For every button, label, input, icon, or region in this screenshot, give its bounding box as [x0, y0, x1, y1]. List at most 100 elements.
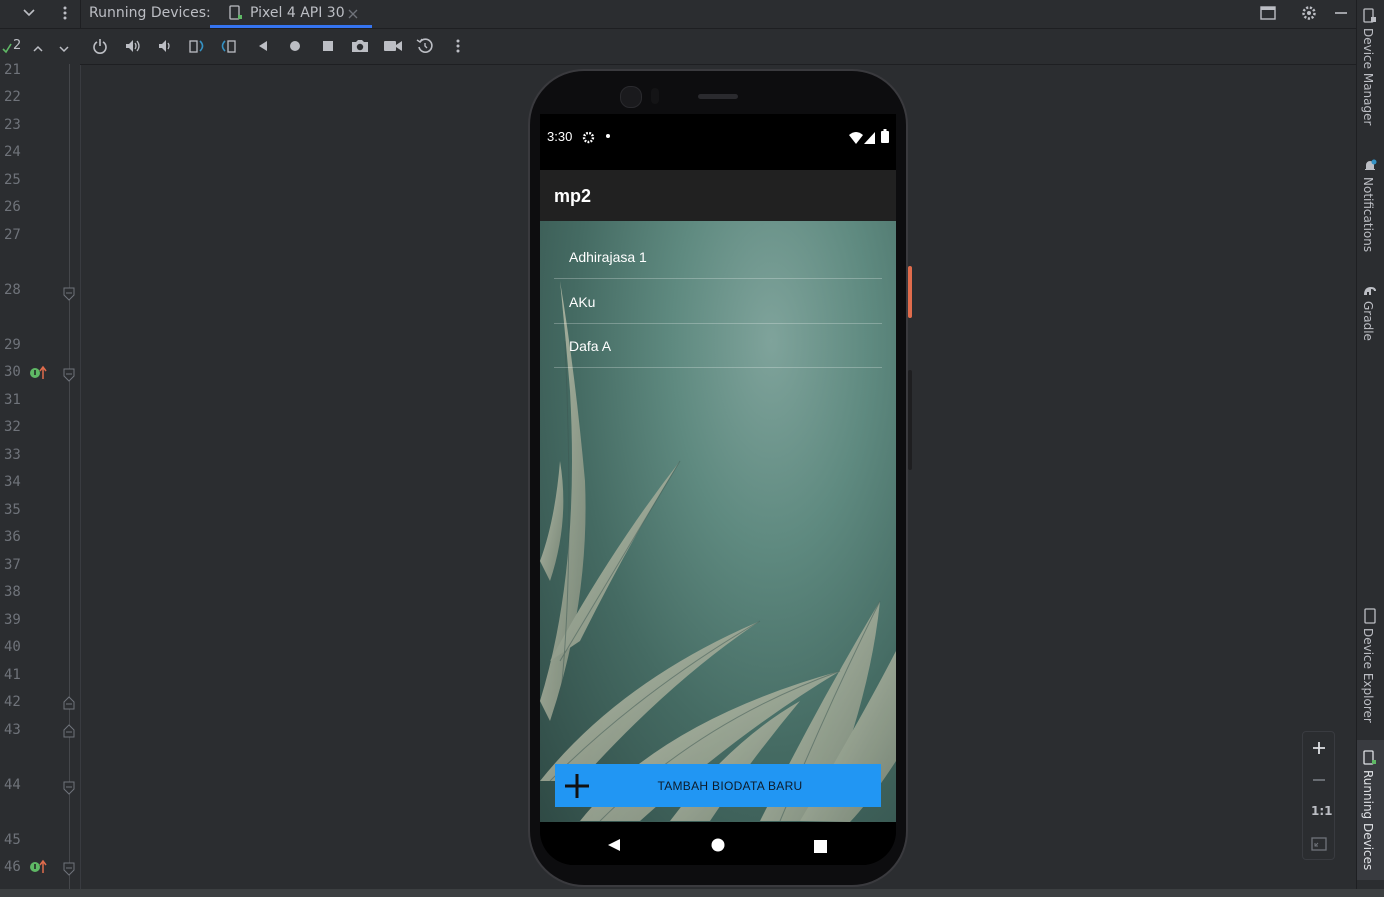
bottom-status-strip — [0, 889, 1384, 897]
line-number: 45 — [4, 832, 21, 848]
list-item-label: AKu — [569, 294, 596, 310]
line-number: 40 — [4, 639, 21, 655]
line-number: 25 — [4, 172, 21, 188]
nav-back-icon[interactable] — [607, 837, 621, 856]
add-biodata-button-label: TAMBAH BIODATA BARU — [657, 778, 803, 793]
problems-count: 2 — [13, 38, 22, 53]
line-number: 41 — [4, 667, 21, 683]
divider — [80, 0, 81, 28]
sidebar-item-label: Running Devices — [1361, 770, 1375, 871]
line-number: 39 — [4, 612, 21, 628]
list-item[interactable]: AKu — [554, 280, 882, 324]
nav-overview-icon[interactable] — [814, 838, 827, 857]
bell-icon — [1363, 158, 1377, 177]
plus-icon — [555, 772, 599, 800]
window-icon[interactable] — [1257, 2, 1279, 24]
list-content[interactable]: Adhirajasa 1 AKu Dafa A TAMBAH BIODATA B… — [540, 221, 896, 822]
fold-marker-icon[interactable] — [63, 367, 75, 386]
gear-icon[interactable] — [1298, 2, 1320, 24]
line-number: 22 — [4, 89, 21, 105]
fold-marker-icon[interactable] — [63, 723, 75, 742]
navigation-bar — [540, 822, 896, 865]
running-devices-header: Running Devices: Pixel 4 API 30 — [0, 0, 1356, 29]
line-number: 46 — [4, 859, 21, 875]
emulator-toolbar — [80, 29, 1356, 65]
line-number: 21 — [4, 62, 21, 78]
sensor — [651, 88, 659, 104]
add-biodata-button[interactable]: TAMBAH BIODATA BARU — [555, 764, 881, 807]
power-side-button[interactable] — [908, 266, 912, 318]
sidebar-item-gradle[interactable]: Gradle — [1361, 282, 1377, 345]
nav-home-icon[interactable] — [711, 837, 725, 856]
fold-marker-icon[interactable] — [63, 780, 75, 799]
close-tab-icon[interactable] — [347, 5, 359, 24]
line-number: 37 — [4, 557, 21, 573]
rotate-right-icon[interactable] — [218, 35, 240, 57]
chevron-down-icon[interactable] — [18, 2, 40, 24]
signal-icon — [864, 129, 875, 148]
more-vert-icon[interactable] — [54, 2, 76, 24]
status-bar: 3:30 — [540, 114, 896, 170]
implementation-marker-icon[interactable] — [29, 365, 47, 385]
camera-icon[interactable] — [349, 35, 371, 57]
line-number: 31 — [4, 392, 21, 408]
chevron-up-icon[interactable] — [32, 39, 44, 58]
running-devices-icon — [1363, 750, 1384, 770]
right-tool-strip: Device Manager Notifications Gradle Devi… — [1356, 0, 1384, 889]
line-number: 42 — [4, 694, 21, 710]
zoom-actual-size-button[interactable]: 1:1 — [1311, 804, 1333, 818]
zoom-out-icon[interactable] — [1312, 772, 1326, 791]
device-explorer-icon — [1363, 608, 1384, 628]
implementation-marker-icon[interactable] — [29, 859, 47, 879]
list-item-label: Adhirajasa 1 — [569, 249, 647, 265]
line-number: 35 — [4, 502, 21, 518]
line-number: 33 — [4, 447, 21, 463]
editor-gutter: 2 21 22 23 24 25 26 27 28 29 30 31 32 33… — [0, 29, 81, 889]
chevron-down-icon[interactable] — [58, 39, 70, 58]
earpiece — [698, 94, 738, 99]
line-number: 43 — [4, 722, 21, 738]
sidebar-item-device-explorer[interactable]: Device Explorer — [1361, 608, 1384, 727]
front-camera-icon — [620, 86, 642, 108]
sidebar-item-notifications[interactable]: Notifications — [1361, 158, 1377, 256]
line-number: 29 — [4, 337, 21, 353]
fold-marker-icon[interactable] — [63, 286, 75, 305]
zoom-controls: 1:1 — [1302, 731, 1335, 860]
volume-up-icon[interactable] — [122, 35, 144, 57]
line-number: 32 — [4, 419, 21, 435]
sidebar-item-device-manager[interactable]: Device Manager — [1361, 8, 1384, 129]
home-icon[interactable] — [284, 35, 306, 57]
volume-side-button[interactable] — [908, 370, 912, 470]
phone-screen[interactable]: 3:30 mp2 Adhirajasa 1 AKu Dafa A TAMBAH … — [540, 114, 896, 865]
notification-dot-icon — [606, 134, 610, 138]
line-number: 30 — [4, 364, 21, 380]
line-number: 23 — [4, 117, 21, 133]
back-icon[interactable] — [252, 35, 274, 57]
minimize-icon[interactable] — [1330, 2, 1352, 24]
rotate-left-icon[interactable] — [186, 35, 208, 57]
snapshot-icon[interactable] — [414, 35, 436, 57]
fold-marker-icon[interactable] — [63, 861, 75, 880]
list-item[interactable]: Adhirajasa 1 — [554, 235, 882, 279]
fit-screen-icon[interactable] — [1311, 836, 1327, 855]
screen-record-icon[interactable] — [382, 35, 404, 57]
fold-marker-icon[interactable] — [63, 695, 75, 714]
sidebar-item-running-devices[interactable]: Running Devices — [1357, 740, 1384, 880]
device-tab[interactable]: Pixel 4 API 30 — [210, 0, 372, 28]
overview-icon[interactable] — [317, 35, 339, 57]
line-number: 28 — [4, 282, 21, 298]
power-icon[interactable] — [89, 35, 111, 57]
line-number: 27 — [4, 227, 21, 243]
wifi-icon — [849, 129, 863, 148]
zoom-in-icon[interactable] — [1312, 740, 1326, 759]
check-icon — [2, 39, 12, 58]
tab-underline — [210, 25, 372, 28]
app-bar: mp2 — [540, 170, 896, 221]
line-number: 36 — [4, 529, 21, 545]
list-item[interactable]: Dafa A — [554, 324, 882, 368]
sidebar-item-label: Device Manager — [1361, 28, 1375, 126]
device-icon — [229, 5, 243, 25]
volume-down-icon[interactable] — [154, 35, 176, 57]
more-vert-icon[interactable] — [447, 35, 469, 57]
app-title: mp2 — [554, 186, 592, 206]
